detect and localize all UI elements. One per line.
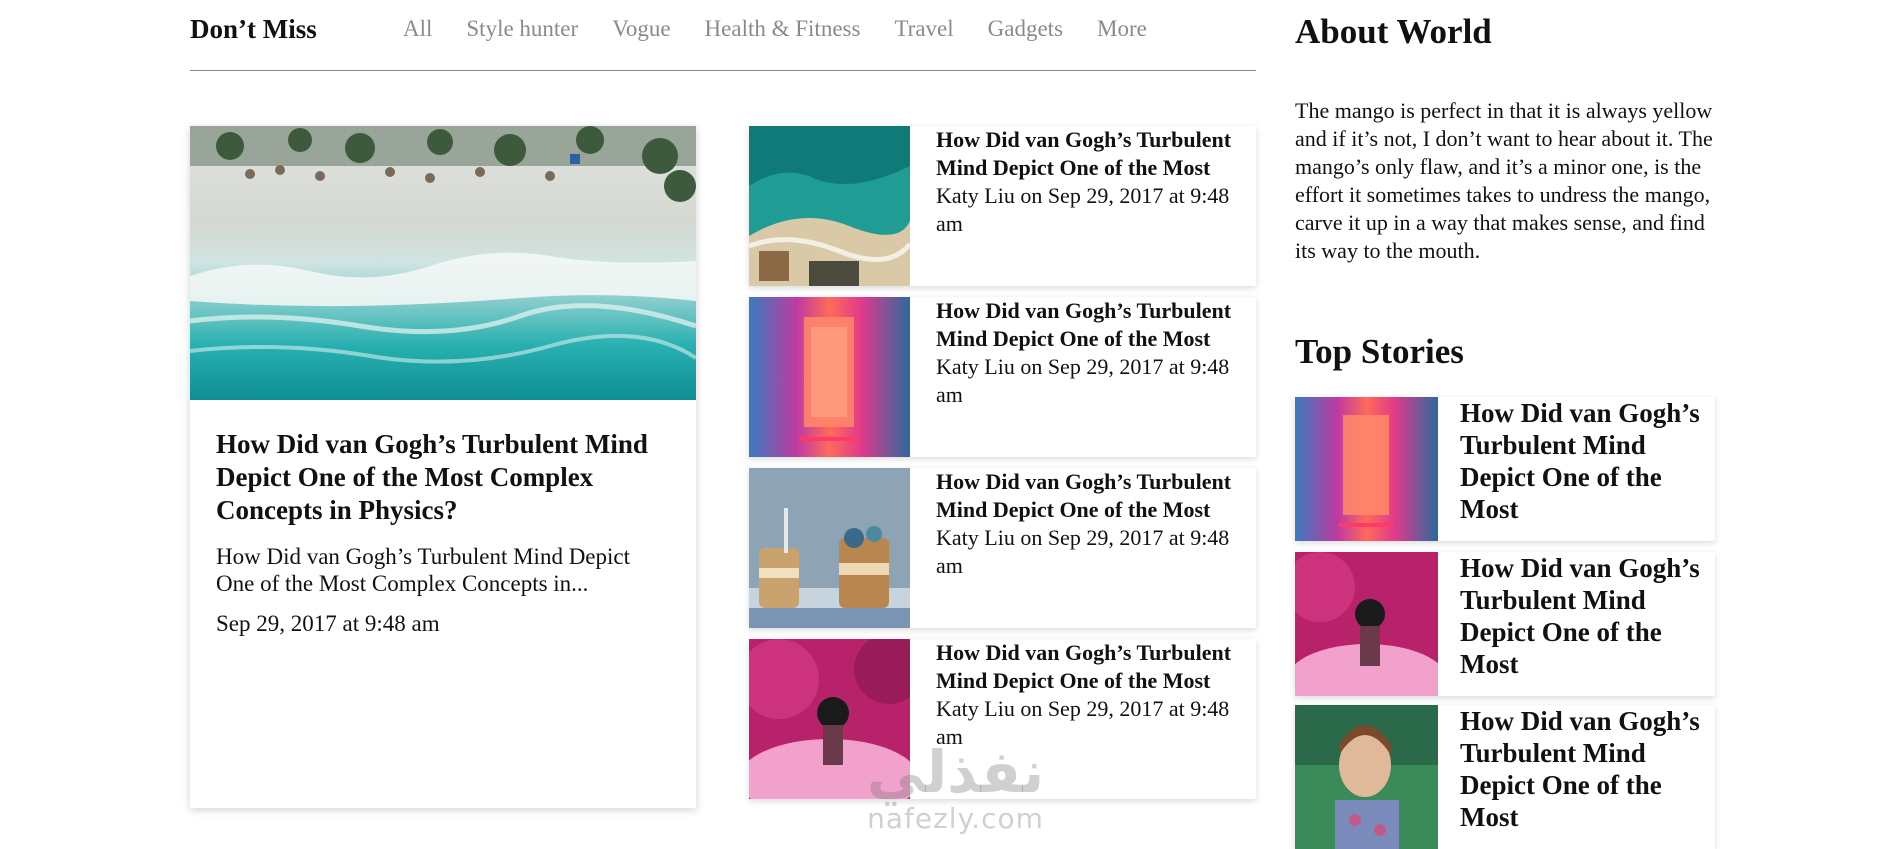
list-item-title[interactable]: How Did van Gogh’s Turbulent Mind Depict… [936, 126, 1248, 182]
top-story-title[interactable]: How Did van Gogh’s Turbulent Mind Depict… [1438, 397, 1715, 541]
section-title: Don’t Miss [190, 14, 317, 44]
list-item-meta: Katy Liu on Sep 29, 2017 at 9:48 am [936, 183, 1230, 236]
watermark-logo: نفذلي nafezly.com [848, 742, 1063, 835]
top-story-title[interactable]: How Did van Gogh’s Turbulent Mind Depict… [1438, 705, 1715, 849]
tab-all[interactable]: All [403, 16, 432, 42]
list-item[interactable]: How Did van Gogh’s Turbulent Mind Depict… [749, 468, 1256, 628]
top-stories-title: Top Stories [1295, 332, 1464, 371]
about-title: About World [1295, 12, 1492, 51]
tab-travel[interactable]: Travel [894, 16, 953, 42]
list-item-title[interactable]: How Did van Gogh’s Turbulent Mind Depict… [936, 297, 1248, 353]
top-story-item[interactable]: How Did van Gogh’s Turbulent Mind Depict… [1295, 705, 1715, 849]
tab-gadgets[interactable]: Gadgets [988, 16, 1063, 42]
tabs-divider [190, 70, 1256, 71]
tab-vogue[interactable]: Vogue [612, 16, 670, 42]
top-story-title[interactable]: How Did van Gogh’s Turbulent Mind Depict… [1438, 552, 1715, 696]
category-tabs: All Style hunter Vogue Health & Fitness … [403, 16, 1147, 42]
watermark-arabic: نفذلي [866, 738, 1045, 806]
list-item[interactable]: How Did van Gogh’s Turbulent Mind Depict… [749, 126, 1256, 286]
featured-article-date: Sep 29, 2017 at 9:48 am [216, 611, 440, 636]
about-text: The mango is perfect in that it is alway… [1295, 98, 1713, 263]
top-story-thumbnail[interactable] [1295, 705, 1438, 849]
list-item-thumbnail[interactable] [749, 468, 910, 628]
tab-more[interactable]: More [1097, 16, 1147, 42]
tab-style-hunter[interactable]: Style hunter [466, 16, 578, 42]
featured-beach-image[interactable] [190, 126, 696, 400]
list-item[interactable]: How Did van Gogh’s Turbulent Mind Depict… [749, 297, 1256, 457]
top-story-item[interactable]: How Did van Gogh’s Turbulent Mind Depict… [1295, 397, 1715, 541]
tab-health-fitness[interactable]: Health & Fitness [705, 16, 861, 42]
list-item-title[interactable]: How Did van Gogh’s Turbulent Mind Depict… [936, 639, 1248, 695]
featured-article-title[interactable]: How Did van Gogh’s Turbulent Mind Depict… [216, 428, 670, 527]
top-story-thumbnail[interactable] [1295, 397, 1438, 541]
top-story-thumbnail[interactable] [1295, 552, 1438, 696]
featured-article-excerpt: How Did van Gogh’s Turbulent Mind Depict… [216, 544, 630, 596]
watermark-latin: nafezly.com [867, 802, 1044, 835]
list-item-meta: Katy Liu on Sep 29, 2017 at 9:48 am [936, 525, 1230, 578]
list-item-title[interactable]: How Did van Gogh’s Turbulent Mind Depict… [936, 468, 1248, 524]
list-item-meta: Katy Liu on Sep 29, 2017 at 9:48 am [936, 354, 1230, 407]
top-story-item[interactable]: How Did van Gogh’s Turbulent Mind Depict… [1295, 552, 1715, 696]
list-item-thumbnail[interactable] [749, 126, 910, 286]
list-item-thumbnail[interactable] [749, 297, 910, 457]
featured-article-card[interactable]: How Did van Gogh’s Turbulent Mind Depict… [190, 126, 696, 808]
